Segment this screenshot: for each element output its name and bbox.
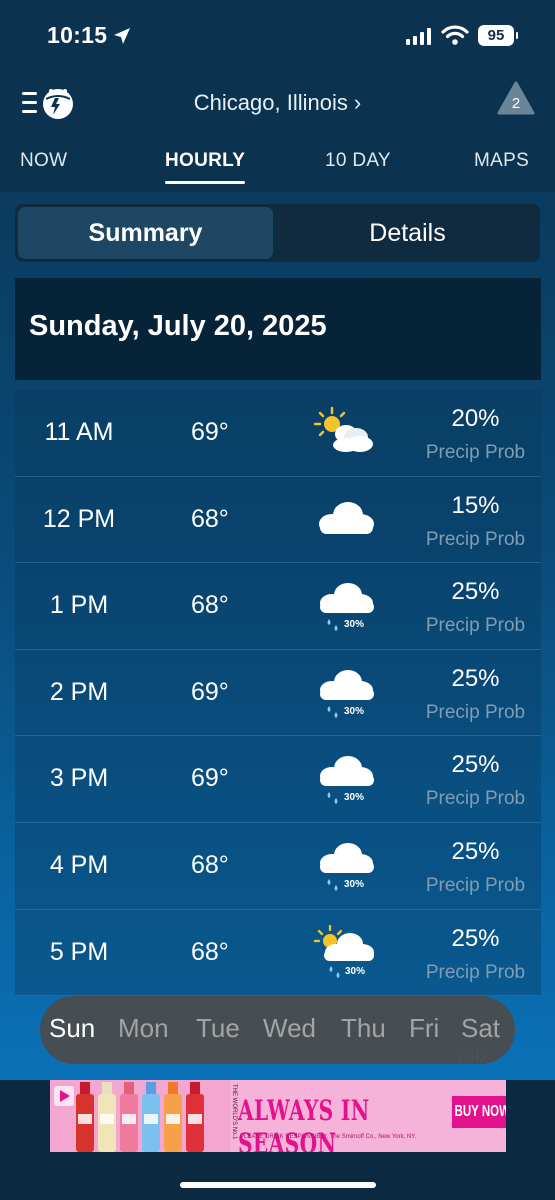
row-time: 3 PM xyxy=(49,764,109,793)
row-temp: 68° xyxy=(191,937,229,966)
day-sun[interactable]: Sun xyxy=(49,1013,95,1044)
ad-buy-now-button[interactable]: BUY NOW xyxy=(452,1096,506,1128)
hourly-row[interactable]: 3 PM 69° 30% 25% Precip Prob xyxy=(15,736,541,823)
day-thu[interactable]: Thu xyxy=(341,1013,386,1044)
status-bar: 10:15 95 xyxy=(0,0,555,70)
home-indicator[interactable] xyxy=(180,1182,376,1188)
day-fri[interactable]: Fri xyxy=(409,1013,439,1044)
row-time: 12 PM xyxy=(42,504,116,533)
sun-rain-cloud-icon: 30% xyxy=(313,924,374,978)
location-selector[interactable]: Chicago, Illinois › xyxy=(0,90,555,116)
precip-label: Precip Prob xyxy=(425,961,526,983)
battery-indicator: 95 xyxy=(478,25,518,46)
tab-maps[interactable]: MAPS xyxy=(474,150,529,172)
ad-side-text: THE WORLD'S No.1 xyxy=(231,1084,237,1140)
day-tue[interactable]: Tue xyxy=(196,1013,240,1044)
rain-cloud-icon: 30% xyxy=(320,756,374,805)
icon-percent-label: 30% xyxy=(344,619,364,630)
summary-details-toggle: Summary Details xyxy=(15,204,540,262)
hourly-row[interactable]: 4 PM 68° 30% 25% Precip Prob xyxy=(15,822,541,910)
app-header: Chicago, Illinois › 2 xyxy=(0,70,555,132)
tab-now[interactable]: NOW xyxy=(20,150,67,172)
precip-label: Precip Prob xyxy=(425,874,526,896)
tab-10-day[interactable]: 10 DAY xyxy=(325,150,391,172)
row-time: 4 PM xyxy=(49,850,109,879)
alert-count: 2 xyxy=(512,95,520,112)
hourly-row[interactable]: 2 PM 69° 30% 25% Precip Prob xyxy=(15,649,541,737)
summary-segment[interactable]: Summary xyxy=(18,207,273,259)
day-selector: Sun Mon Tue Wed Thu Fri Sat xyxy=(40,996,515,1064)
row-time: 5 PM xyxy=(49,937,109,966)
row-temp: 68° xyxy=(191,504,229,533)
row-time: 1 PM xyxy=(49,591,109,620)
day-mon[interactable]: Mon xyxy=(118,1013,169,1044)
cloud-icon xyxy=(319,501,374,534)
partly-sunny-icon xyxy=(313,406,373,452)
icon-percent-label: 30% xyxy=(344,706,364,717)
precip-label: Precip Prob xyxy=(425,528,526,550)
wifi-icon xyxy=(441,25,469,45)
precip-label: Precip Prob xyxy=(425,701,526,723)
icon-percent-label: 30% xyxy=(345,966,365,977)
hourly-list: 11 AM 69° 20% Precip Prob 12 PM 68° 15% … xyxy=(15,390,541,997)
row-temp: 69° xyxy=(191,677,229,706)
precip-value: 25% xyxy=(451,578,500,606)
hourly-row[interactable]: 5 PM 68° 30% 25% Precip Prob xyxy=(15,909,541,997)
hourly-row[interactable]: 1 PM 68° 30% 25% Precip Prob xyxy=(15,563,541,650)
rain-cloud-icon: 30% xyxy=(320,669,374,718)
precip-value: 15% xyxy=(451,491,500,519)
chevron-right-icon: › xyxy=(353,90,362,115)
icon-percent-label: 30% xyxy=(344,879,364,890)
row-temp: 68° xyxy=(191,591,229,620)
hourly-row[interactable]: 12 PM 68° 15% Precip Prob xyxy=(15,476,541,564)
row-temp: 69° xyxy=(191,418,229,446)
icon-percent-label: 30% xyxy=(344,792,364,803)
rain-cloud-icon: 30% xyxy=(320,583,374,632)
ad-fine-print: PLEASE DRINK RESPONSIBLY. The Smirnoff C… xyxy=(240,1134,417,1140)
precip-value: 25% xyxy=(451,924,500,952)
bottles-image-icon xyxy=(50,1080,230,1152)
hourly-row[interactable]: 11 AM 69° 20% Precip Prob xyxy=(15,390,541,477)
rain-cloud-icon: 30% xyxy=(320,842,374,891)
day-wed[interactable]: Wed xyxy=(263,1013,316,1044)
precip-value: 25% xyxy=(451,837,500,865)
precip-label: Precip Prob xyxy=(425,615,526,637)
cellular-signal-icon xyxy=(406,28,431,45)
row-temp: 69° xyxy=(191,764,229,793)
row-temp: 68° xyxy=(191,850,229,879)
alert-triangle-icon[interactable]: 2 xyxy=(497,80,535,116)
precip-value: 25% xyxy=(451,664,500,692)
details-segment[interactable]: Details xyxy=(278,207,537,259)
ad-banner[interactable]: THE WORLD'S No.1 ALWAYS IN SEASON BUY NO… xyxy=(50,1080,506,1152)
location-label: Chicago, Illinois xyxy=(193,90,348,115)
precip-value: 25% xyxy=(451,751,500,779)
main-tabs: NOW HOURLY 10 DAY MAPS xyxy=(0,132,555,192)
precip-label: Precip Prob xyxy=(425,788,526,810)
location-arrow-icon xyxy=(114,28,130,44)
ad-headline: ALWAYS IN SEASON xyxy=(238,1094,370,1152)
precip-value: 20% xyxy=(451,405,500,432)
day-sat[interactable]: Sat xyxy=(461,1013,500,1044)
row-time: 2 PM xyxy=(49,677,109,706)
row-time: 11 AM xyxy=(44,418,114,446)
precip-label: Precip Prob xyxy=(425,442,526,463)
day-title: Sunday, July 20, 2025 xyxy=(29,310,327,342)
tab-hourly[interactable]: HOURLY xyxy=(165,150,246,184)
day-header: Sunday, July 20, 2025 xyxy=(15,278,541,380)
status-time: 10:15 xyxy=(47,22,108,48)
